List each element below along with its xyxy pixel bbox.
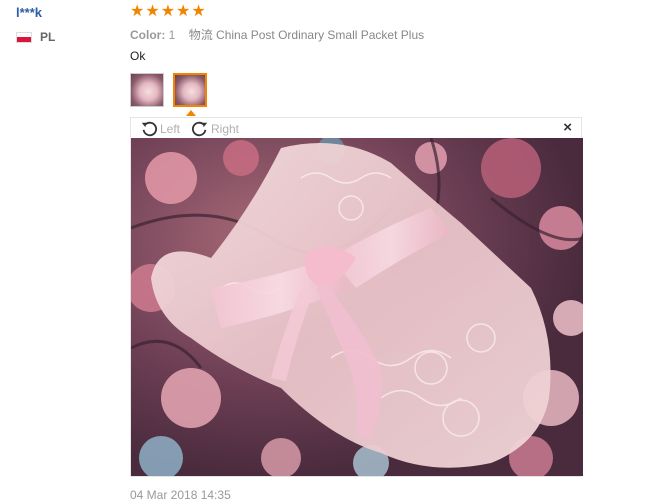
rotate-right-label: Right — [211, 122, 240, 136]
star-icon: ★ — [160, 3, 176, 20]
poland-flag-icon — [16, 31, 32, 43]
close-viewer-button[interactable]: × — [563, 120, 572, 135]
star-rating: ★ ★ ★ ★ ★ — [130, 4, 206, 20]
rotate-left-icon — [141, 121, 157, 137]
review-photo — [131, 138, 583, 476]
shipping-method: 物流 China Post Ordinary Small Packet Plus — [188, 28, 425, 42]
star-icon: ★ — [145, 3, 160, 20]
star-icon: ★ — [191, 3, 206, 20]
reviewer-name[interactable]: l***k — [16, 5, 42, 20]
color-value: 1 — [168, 28, 176, 42]
review-thumbnail-active[interactable] — [173, 73, 207, 107]
active-thumbnail-caret — [186, 110, 196, 116]
color-label: Color: — [130, 28, 166, 42]
reviewer-country: PL — [16, 30, 55, 44]
review-thumbnail[interactable] — [130, 73, 164, 107]
review-text: Ok — [130, 49, 146, 63]
image-viewer: Left Right × — [130, 117, 583, 477]
rotate-right-button[interactable]: Right — [191, 120, 239, 138]
rotate-left-button[interactable]: Left — [140, 120, 180, 138]
rotate-left-label: Left — [160, 122, 181, 136]
country-code: PL — [40, 30, 56, 44]
viewer-toolbar: Left Right × — [131, 118, 581, 138]
star-icon: ★ — [130, 3, 145, 20]
star-icon: ★ — [176, 3, 191, 20]
order-meta: Color: 1 物流 China Post Ordinary Small Pa… — [130, 26, 424, 43]
rotate-right-icon — [192, 121, 208, 137]
